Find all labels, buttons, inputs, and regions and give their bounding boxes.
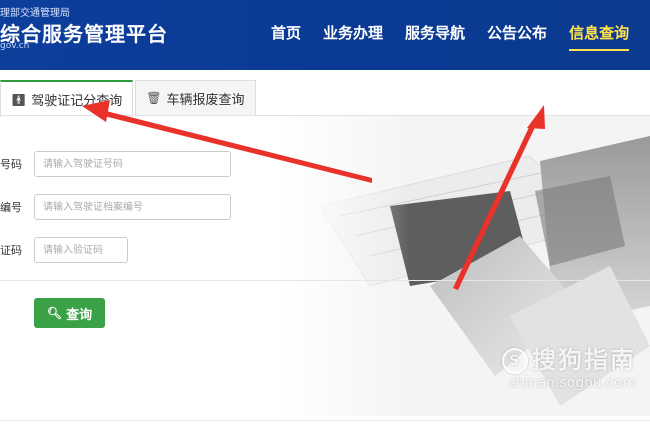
file-number-label: 编号	[0, 201, 22, 214]
tab-underline	[0, 115, 650, 116]
nav-app[interactable]: AF	[640, 22, 650, 43]
captcha-row: 证码	[0, 236, 128, 264]
bottom-divider	[0, 420, 650, 421]
query-button-label: 查询	[66, 307, 93, 323]
query-tabs: 🚹︎ 驾驶证记分查询 🗑︎ 车辆报废查询	[0, 80, 258, 117]
license-number-label: 号码	[0, 158, 22, 171]
watermark-title: 搜狗指南	[532, 346, 636, 374]
nav-service-guide[interactable]: 服务导航	[394, 22, 476, 43]
tab-vehicle-scrap[interactable]: 🗑︎ 车辆报废查询	[135, 80, 256, 115]
trash-icon: 🗑︎	[146, 91, 162, 105]
search-icon: 🔍︎	[46, 306, 63, 320]
person-icon: 🚹︎	[11, 92, 27, 107]
main-nav: 首页 业务办理 服务导航 公告公布 信息查询 AF	[260, 22, 650, 51]
tab-vehicle-scrap-label: 车辆报废查询	[166, 92, 245, 108]
license-number-row: 号码	[0, 150, 231, 178]
file-number-input[interactable]	[34, 194, 231, 220]
top-header: 理部交通管理局 综合服务管理平台 gov.cn 首页 业务办理 服务导航 公告公…	[0, 0, 650, 70]
captcha-input[interactable]	[34, 237, 128, 263]
nav-home[interactable]: 首页	[260, 22, 312, 43]
sogou-watermark: S 搜狗指南 zhinan.sogou.com	[502, 340, 636, 391]
query-button[interactable]: 🔍︎ 查询	[34, 298, 105, 328]
brand-domain: gov.cn	[0, 41, 30, 51]
license-number-input[interactable]	[34, 151, 231, 177]
tab-license-points[interactable]: 🚹︎ 驾驶证记分查询	[0, 80, 134, 117]
nav-business[interactable]: 业务办理	[312, 22, 394, 43]
nav-announcements[interactable]: 公告公布	[476, 22, 558, 43]
brand-department: 理部交通管理局	[0, 8, 70, 19]
captcha-label: 证码	[0, 244, 22, 257]
file-number-row: 编号	[0, 193, 231, 221]
form-divider	[0, 280, 650, 281]
nav-info-query[interactable]: 信息查询	[558, 22, 640, 51]
sogou-logo-icon: S	[502, 348, 528, 374]
tab-license-points-label: 驾驶证记分查询	[31, 94, 123, 109]
watermark-url: zhinan.sogou.com	[508, 375, 636, 391]
